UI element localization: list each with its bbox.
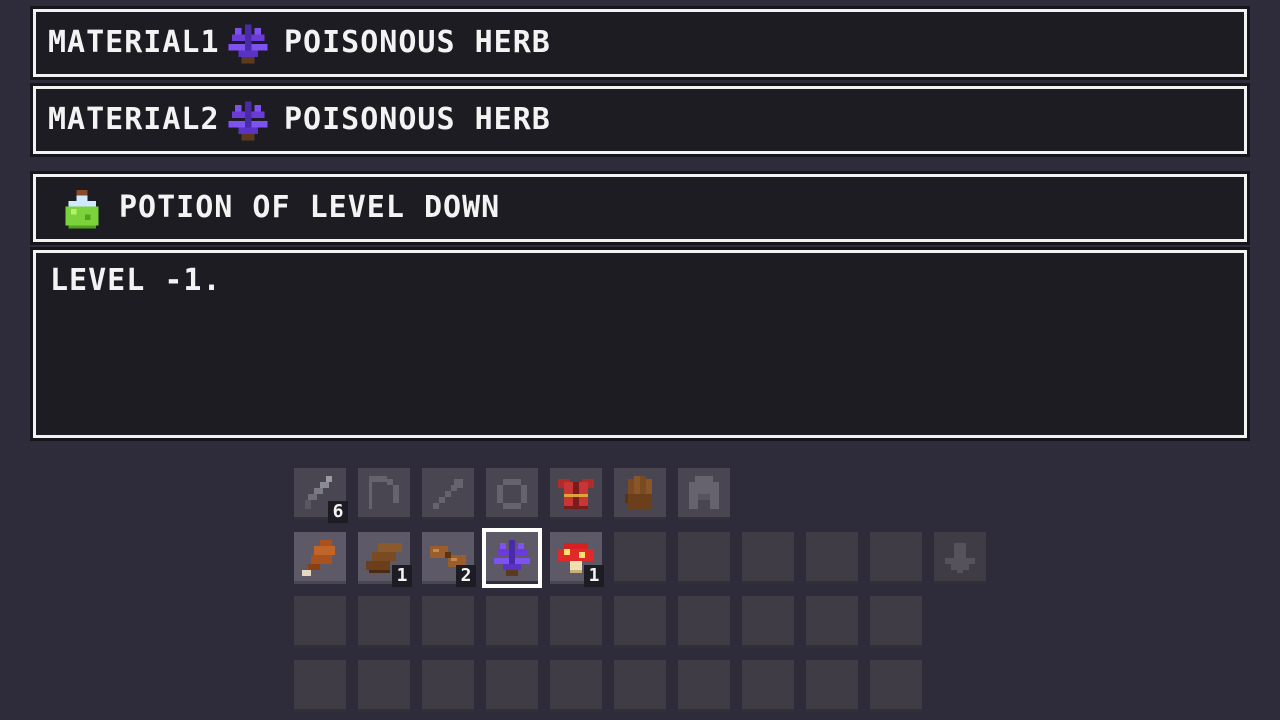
inventory-slot-empty[interactable]: [742, 596, 794, 648]
equip-slot-gloves[interactable]: [614, 468, 666, 520]
arrow-icon: [424, 470, 472, 518]
equip-slot-armor[interactable]: [550, 468, 602, 520]
material2-label: MATERIAL2: [48, 102, 220, 137]
down-arrow-icon: [936, 534, 984, 582]
inventory-slot-empty[interactable]: [614, 660, 666, 712]
material1-item-name: POISONOUS HERB: [284, 25, 551, 60]
inventory-slot-empty[interactable]: [550, 660, 602, 712]
inventory-slot-empty[interactable]: [742, 660, 794, 712]
meat-icon: [296, 534, 344, 582]
equip-slot-weapon[interactable]: 6: [294, 468, 348, 523]
inventory-slot-empty[interactable]: [678, 532, 730, 584]
next-page-button[interactable]: [934, 532, 986, 584]
inventory-slot[interactable]: [294, 532, 346, 584]
inventory-slot-empty[interactable]: [614, 596, 666, 648]
ring-icon: [488, 470, 536, 518]
material2-item-name: POISONOUS HERB: [284, 102, 551, 137]
equip-slot-helmet[interactable]: [678, 468, 730, 520]
inventory-slot-empty[interactable]: [742, 532, 794, 584]
equip-slot-ring[interactable]: [486, 468, 538, 520]
item-count: 6: [328, 501, 348, 523]
item-count: 1: [392, 565, 412, 587]
inventory-slot[interactable]: 2: [422, 532, 476, 587]
inventory-slot-empty[interactable]: [614, 532, 666, 584]
game-screen: MATERIAL1 POISONOUS HERB MATERIAL2 POISO…: [0, 0, 1280, 720]
inventory-slot-empty[interactable]: [550, 596, 602, 648]
description-text: LEVEL -1.: [50, 263, 222, 298]
herb-icon: [222, 95, 274, 147]
glove-icon: [616, 470, 664, 518]
inventory-slot-empty[interactable]: [806, 596, 858, 648]
item-count: 2: [456, 565, 476, 587]
material2-panel[interactable]: MATERIAL2 POISONOUS HERB: [33, 86, 1247, 154]
bow-icon: [360, 470, 408, 518]
herb-icon: [222, 18, 274, 70]
inventory-slot-empty[interactable]: [678, 596, 730, 648]
inventory-slot-empty[interactable]: [294, 596, 346, 648]
inventory-slot-empty[interactable]: [806, 660, 858, 712]
item-count: 1: [584, 565, 604, 587]
equip-slot-bow[interactable]: [358, 468, 410, 520]
inventory-slot-empty[interactable]: [486, 596, 538, 648]
inventory-slot[interactable]: 1: [550, 532, 604, 587]
inventory-slot-empty[interactable]: [806, 532, 858, 584]
inventory-slot-empty[interactable]: [486, 660, 538, 712]
herb-icon: [488, 534, 536, 582]
inventory-slot-empty[interactable]: [422, 596, 474, 648]
equip-slot-arrow[interactable]: [422, 468, 474, 520]
result-panel: POTION OF LEVEL DOWN: [33, 174, 1247, 242]
result-item-name: POTION OF LEVEL DOWN: [119, 190, 501, 225]
inventory-slot-empty[interactable]: [358, 660, 410, 712]
inventory-slot-empty[interactable]: [870, 596, 922, 648]
inventory-slot-empty[interactable]: [678, 660, 730, 712]
inventory-slot-empty[interactable]: [422, 660, 474, 712]
inventory-slot-empty[interactable]: [870, 660, 922, 712]
inventory-slot-empty[interactable]: [358, 596, 410, 648]
material1-label: MATERIAL1: [48, 25, 220, 60]
description-panel: LEVEL -1.: [33, 250, 1247, 438]
inventory-slot-empty[interactable]: [870, 532, 922, 584]
potion-icon: [60, 187, 104, 231]
inventory-slot[interactable]: 1: [358, 532, 412, 587]
material1-panel[interactable]: MATERIAL1 POISONOUS HERB: [33, 9, 1247, 77]
inventory-slot-selected[interactable]: [482, 528, 542, 588]
helmet-icon: [680, 470, 728, 518]
armor-icon: [552, 470, 600, 518]
inventory-slot-empty[interactable]: [294, 660, 346, 712]
